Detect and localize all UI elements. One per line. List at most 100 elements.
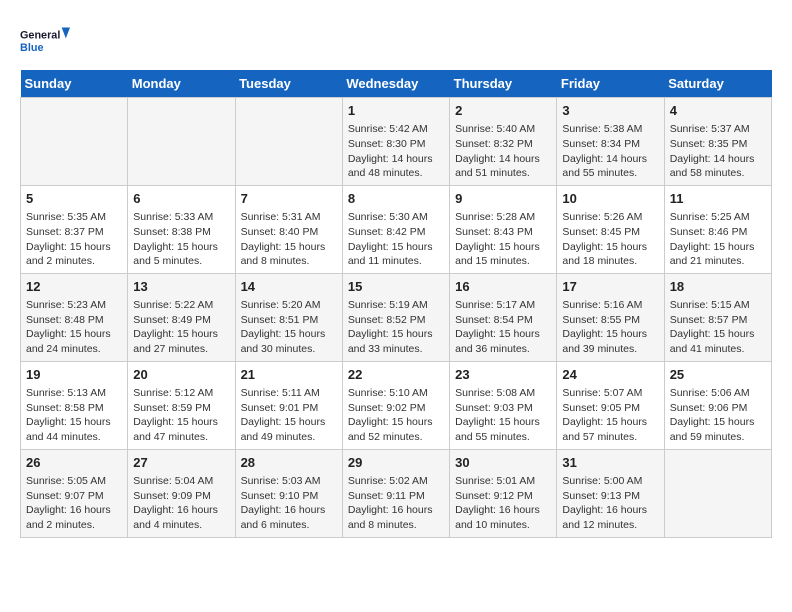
day-content: Sunrise: 5:05 AM Sunset: 9:07 PM Dayligh…: [26, 474, 122, 533]
day-cell: 21 Sunrise: 5:11 AM Sunset: 9:01 PM Dayli…: [235, 361, 342, 449]
day-number: 12: [26, 278, 122, 296]
day-cell: [664, 449, 771, 537]
day-number: 18: [670, 278, 766, 296]
day-number: 3: [562, 102, 658, 120]
day-cell: 20 Sunrise: 5:12 AM Sunset: 8:59 PM Dayli…: [128, 361, 235, 449]
day-header-monday: Monday: [128, 70, 235, 98]
week-row-4: 19 Sunrise: 5:13 AM Sunset: 8:58 PM Dayli…: [21, 361, 772, 449]
day-cell: 25 Sunrise: 5:06 AM Sunset: 9:06 PM Dayli…: [664, 361, 771, 449]
day-cell: 17 Sunrise: 5:16 AM Sunset: 8:55 PM Dayli…: [557, 273, 664, 361]
day-number: 31: [562, 454, 658, 472]
day-cell: 22 Sunrise: 5:10 AM Sunset: 9:02 PM Dayli…: [342, 361, 449, 449]
day-content: Sunrise: 5:38 AM Sunset: 8:34 PM Dayligh…: [562, 122, 658, 181]
day-number: 27: [133, 454, 229, 472]
day-content: Sunrise: 5:08 AM Sunset: 9:03 PM Dayligh…: [455, 386, 551, 445]
day-content: Sunrise: 5:00 AM Sunset: 9:13 PM Dayligh…: [562, 474, 658, 533]
day-content: Sunrise: 5:12 AM Sunset: 8:59 PM Dayligh…: [133, 386, 229, 445]
day-content: Sunrise: 5:25 AM Sunset: 8:46 PM Dayligh…: [670, 210, 766, 269]
svg-text:Blue: Blue: [20, 42, 43, 54]
day-header-wednesday: Wednesday: [342, 70, 449, 98]
day-cell: 26Sunrise: 5:05 AM Sunset: 9:07 PM Dayli…: [21, 449, 128, 537]
day-content: Sunrise: 5:17 AM Sunset: 8:54 PM Dayligh…: [455, 298, 551, 357]
day-content: Sunrise: 5:03 AM Sunset: 9:10 PM Dayligh…: [241, 474, 337, 533]
day-content: Sunrise: 5:07 AM Sunset: 9:05 PM Dayligh…: [562, 386, 658, 445]
day-number: 22: [348, 366, 444, 384]
day-cell: 6Sunrise: 5:33 AM Sunset: 8:38 PM Daylig…: [128, 185, 235, 273]
week-row-5: 26Sunrise: 5:05 AM Sunset: 9:07 PM Dayli…: [21, 449, 772, 537]
week-row-1: 1 Sunrise: 5:42 AM Sunset: 8:30 PM Daylig…: [21, 98, 772, 186]
day-content: Sunrise: 5:11 AM Sunset: 9:01 PM Dayligh…: [241, 386, 337, 445]
svg-text:General: General: [20, 29, 60, 41]
day-content: Sunrise: 5:37 AM Sunset: 8:35 PM Dayligh…: [670, 122, 766, 181]
day-content: Sunrise: 5:40 AM Sunset: 8:32 PM Dayligh…: [455, 122, 551, 181]
day-number: 28: [241, 454, 337, 472]
day-cell: 8 Sunrise: 5:30 AM Sunset: 8:42 PM Daylig…: [342, 185, 449, 273]
day-content: Sunrise: 5:02 AM Sunset: 9:11 PM Dayligh…: [348, 474, 444, 533]
day-header-sunday: Sunday: [21, 70, 128, 98]
day-number: 14: [241, 278, 337, 296]
day-number: 11: [670, 190, 766, 208]
day-content: Sunrise: 5:19 AM Sunset: 8:52 PM Dayligh…: [348, 298, 444, 357]
day-number: 8: [348, 190, 444, 208]
day-cell: 18Sunrise: 5:15 AM Sunset: 8:57 PM Dayli…: [664, 273, 771, 361]
day-cell: 16 Sunrise: 5:17 AM Sunset: 8:54 PM Dayli…: [450, 273, 557, 361]
day-cell: 29Sunrise: 5:02 AM Sunset: 9:11 PM Dayli…: [342, 449, 449, 537]
day-number: 24: [562, 366, 658, 384]
day-content: Sunrise: 5:22 AM Sunset: 8:49 PM Dayligh…: [133, 298, 229, 357]
day-cell: [235, 98, 342, 186]
day-number: 20: [133, 366, 229, 384]
day-number: 15: [348, 278, 444, 296]
day-cell: 5Sunrise: 5:35 AM Sunset: 8:37 PM Daylig…: [21, 185, 128, 273]
day-cell: 3 Sunrise: 5:38 AM Sunset: 8:34 PM Daylig…: [557, 98, 664, 186]
week-row-3: 12 Sunrise: 5:23 AM Sunset: 8:48 PM Dayli…: [21, 273, 772, 361]
day-number: 2: [455, 102, 551, 120]
day-number: 19: [26, 366, 122, 384]
day-content: Sunrise: 5:04 AM Sunset: 9:09 PM Dayligh…: [133, 474, 229, 533]
day-header-thursday: Thursday: [450, 70, 557, 98]
day-number: 30: [455, 454, 551, 472]
day-cell: 12 Sunrise: 5:23 AM Sunset: 8:48 PM Dayli…: [21, 273, 128, 361]
day-number: 10: [562, 190, 658, 208]
day-cell: 24 Sunrise: 5:07 AM Sunset: 9:05 PM Dayli…: [557, 361, 664, 449]
logo-svg: General Blue: [20, 20, 70, 60]
day-content: Sunrise: 5:31 AM Sunset: 8:40 PM Dayligh…: [241, 210, 337, 269]
day-cell: 14 Sunrise: 5:20 AM Sunset: 8:51 PM Dayli…: [235, 273, 342, 361]
day-cell: 1 Sunrise: 5:42 AM Sunset: 8:30 PM Daylig…: [342, 98, 449, 186]
day-number: 16: [455, 278, 551, 296]
day-cell: 10 Sunrise: 5:26 AM Sunset: 8:45 PM Dayli…: [557, 185, 664, 273]
day-content: Sunrise: 5:28 AM Sunset: 8:43 PM Dayligh…: [455, 210, 551, 269]
day-number: 17: [562, 278, 658, 296]
day-cell: 27 Sunrise: 5:04 AM Sunset: 9:09 PM Dayli…: [128, 449, 235, 537]
day-number: 4: [670, 102, 766, 120]
day-cell: 15 Sunrise: 5:19 AM Sunset: 8:52 PM Dayli…: [342, 273, 449, 361]
day-cell: 31 Sunrise: 5:00 AM Sunset: 9:13 PM Dayli…: [557, 449, 664, 537]
day-cell: 4 Sunrise: 5:37 AM Sunset: 8:35 PM Daylig…: [664, 98, 771, 186]
day-cell: 7 Sunrise: 5:31 AM Sunset: 8:40 PM Daylig…: [235, 185, 342, 273]
day-cell: 13 Sunrise: 5:22 AM Sunset: 8:49 PM Dayli…: [128, 273, 235, 361]
day-cell: 9 Sunrise: 5:28 AM Sunset: 8:43 PM Daylig…: [450, 185, 557, 273]
day-cell: [128, 98, 235, 186]
day-number: 13: [133, 278, 229, 296]
day-content: Sunrise: 5:13 AM Sunset: 8:58 PM Dayligh…: [26, 386, 122, 445]
day-content: Sunrise: 5:10 AM Sunset: 9:02 PM Dayligh…: [348, 386, 444, 445]
day-content: Sunrise: 5:06 AM Sunset: 9:06 PM Dayligh…: [670, 386, 766, 445]
day-number: 1: [348, 102, 444, 120]
day-content: Sunrise: 5:01 AM Sunset: 9:12 PM Dayligh…: [455, 474, 551, 533]
calendar-table: SundayMondayTuesdayWednesdayThursdayFrid…: [20, 70, 772, 538]
day-content: Sunrise: 5:26 AM Sunset: 8:45 PM Dayligh…: [562, 210, 658, 269]
day-content: Sunrise: 5:23 AM Sunset: 8:48 PM Dayligh…: [26, 298, 122, 357]
day-content: Sunrise: 5:35 AM Sunset: 8:37 PM Dayligh…: [26, 210, 122, 269]
day-cell: 23Sunrise: 5:08 AM Sunset: 9:03 PM Dayli…: [450, 361, 557, 449]
day-cell: 30 Sunrise: 5:01 AM Sunset: 9:12 PM Dayli…: [450, 449, 557, 537]
day-cell: 11 Sunrise: 5:25 AM Sunset: 8:46 PM Dayli…: [664, 185, 771, 273]
day-content: Sunrise: 5:16 AM Sunset: 8:55 PM Dayligh…: [562, 298, 658, 357]
day-content: Sunrise: 5:42 AM Sunset: 8:30 PM Dayligh…: [348, 122, 444, 181]
week-row-2: 5Sunrise: 5:35 AM Sunset: 8:37 PM Daylig…: [21, 185, 772, 273]
day-number: 25: [670, 366, 766, 384]
day-content: Sunrise: 5:20 AM Sunset: 8:51 PM Dayligh…: [241, 298, 337, 357]
day-number: 9: [455, 190, 551, 208]
day-number: 7: [241, 190, 337, 208]
day-number: 21: [241, 366, 337, 384]
day-cell: 28 Sunrise: 5:03 AM Sunset: 9:10 PM Dayli…: [235, 449, 342, 537]
day-content: Sunrise: 5:30 AM Sunset: 8:42 PM Dayligh…: [348, 210, 444, 269]
